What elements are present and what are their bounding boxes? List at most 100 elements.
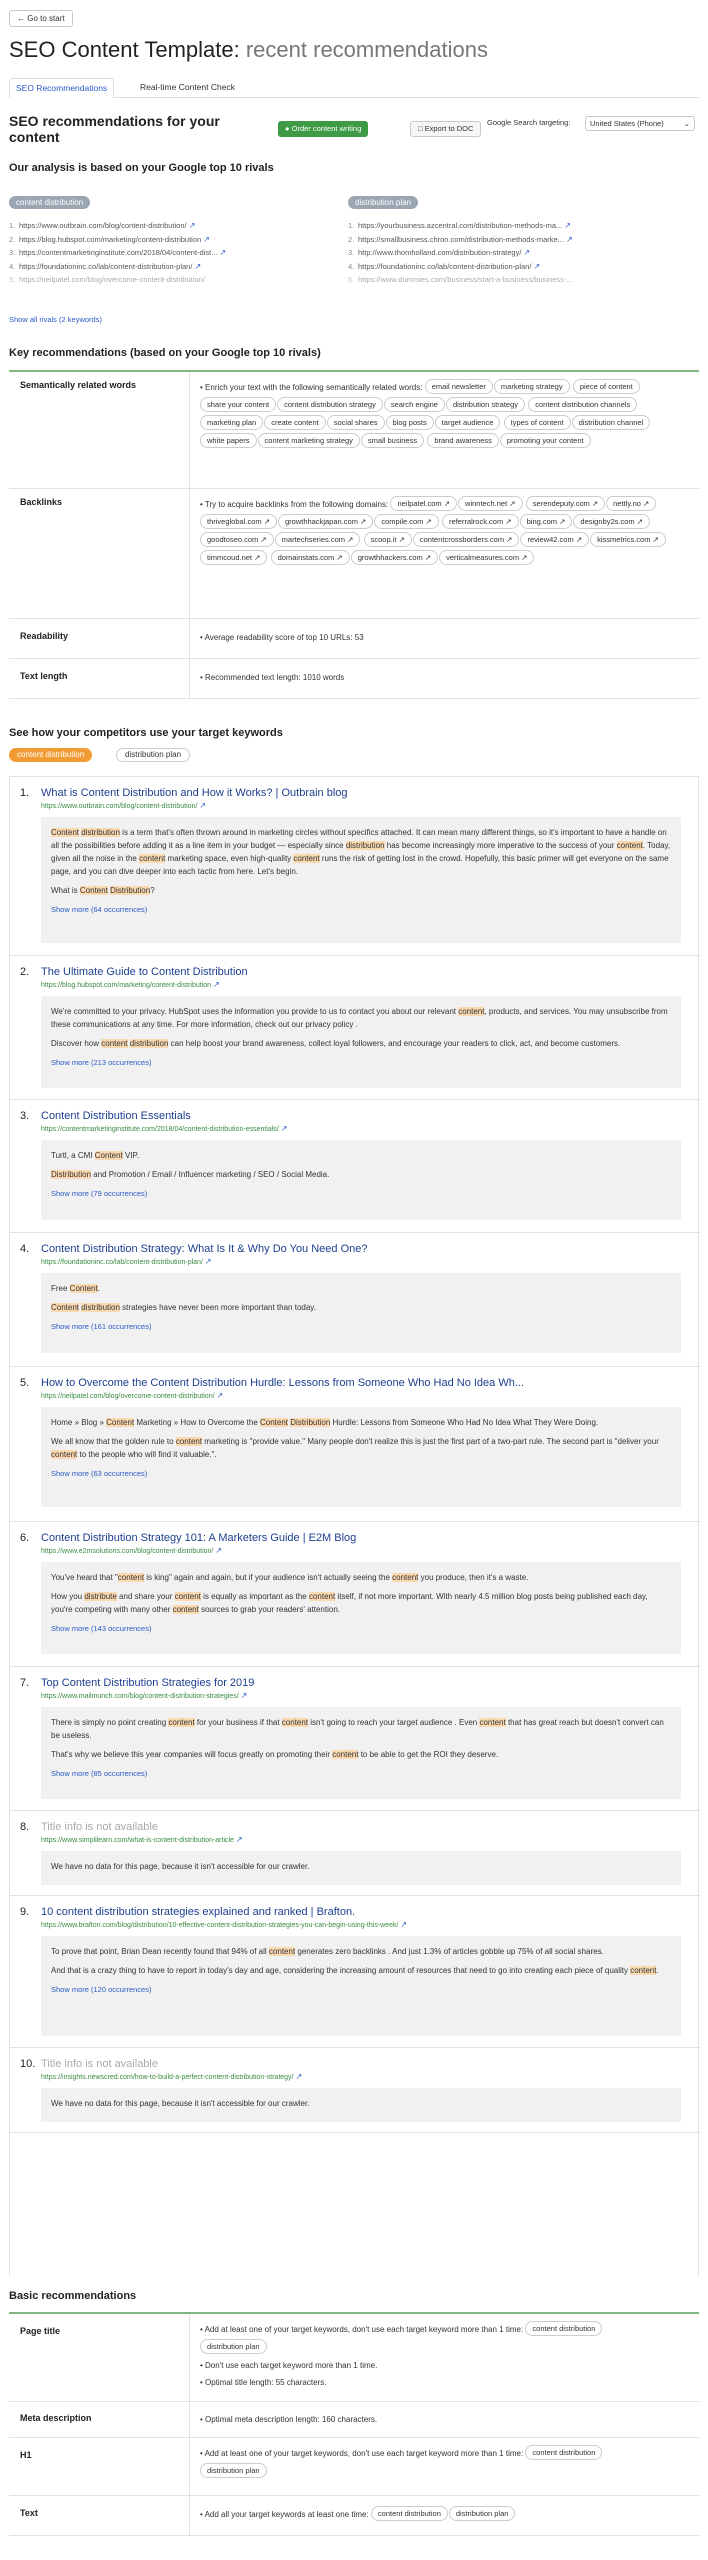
domain-pill[interactable]: review42.com ↗	[520, 532, 590, 548]
show-more-link[interactable]: Show more (64 occurrences)	[51, 903, 671, 916]
domain-pill[interactable]: martechseries.com ↗	[274, 532, 361, 548]
show-more-link[interactable]: Show more (120 occurrences)	[51, 1983, 671, 1996]
rival-item[interactable]: 2. https://blog.hubspot.com/marketing/con…	[9, 233, 239, 247]
external-link-icon: ↗	[199, 801, 207, 810]
competitor-title[interactable]: Top Content Distribution Strategies for …	[41, 1677, 254, 1689]
domain-pill[interactable]: referralrock.com ↗	[442, 514, 519, 530]
semantic-words: • Enrich your text with the following se…	[200, 379, 690, 451]
show-all-rivals-link[interactable]: Show all rivals (2 keywords)	[9, 315, 102, 324]
competitor-title[interactable]: What is Content Distribution and How it …	[41, 787, 348, 799]
keyword-pill-1: content distribution	[9, 196, 91, 209]
recommendations-heading: SEO recommendations for your content	[9, 113, 220, 145]
competitor-url[interactable]: https://neilpatel.com/blog/overcome-cont…	[41, 1391, 223, 1400]
readability-text: • Average readability score of top 10 UR…	[200, 633, 364, 642]
snippet: We have no data for this page, because i…	[41, 1851, 681, 1885]
snippet: Home » Blog » Content Marketing » How to…	[41, 1407, 681, 1507]
domain-pill[interactable]: thriveglobal.com ↗	[200, 514, 277, 530]
competitor-url[interactable]: https://www.outbrain.com/blog/content-di…	[41, 801, 206, 810]
go-to-start-button[interactable]: ← Go to start	[9, 10, 73, 27]
table-row: H1 • Add at least one of your target key…	[9, 2438, 699, 2496]
table-row: Readability • Average readability score …	[9, 619, 699, 659]
external-link-icon: ↗	[533, 261, 541, 271]
competitor-url[interactable]: https://www.e2msolutions.com/blog/conten…	[41, 1546, 222, 1555]
competitor-title[interactable]: How to Overcome the Content Distribution…	[41, 1377, 524, 1389]
competitor-url[interactable]: https://www.mailmunch.com/blog/content-d…	[41, 1691, 247, 1700]
table-row: Page title • Add at least one of your ta…	[9, 2314, 699, 2402]
domain-pill[interactable]: verticalmeasures.com ↗	[439, 550, 535, 566]
domain-pill[interactable]: winntech.net ↗	[458, 496, 523, 511]
competitor-title[interactable]: Content Distribution Essentials	[41, 1110, 191, 1122]
domain-pill[interactable]: neilpatel.com ↗	[390, 496, 458, 511]
competitor-url[interactable]: https://foundationinc.co/lab/content-dis…	[41, 1257, 212, 1266]
targeting-select[interactable]: United States (Phone) ⌄	[585, 116, 695, 131]
domain-pill[interactable]: bing.com ↗	[519, 514, 573, 530]
competitor-url[interactable]: https://www.brafton.com/blog/distributio…	[41, 1920, 407, 1929]
domain-pill[interactable]: contentcrossborders.com ↗	[412, 532, 520, 548]
domain-pill[interactable]: kissmetrics.com ↗	[590, 532, 666, 548]
rival-item[interactable]: 4. https://foundationinc.co/lab/content-d…	[348, 260, 578, 274]
rival-item[interactable]: 1. https://yourbusiness.azcentral.com/dis…	[348, 219, 578, 233]
domain-pill[interactable]: growthhackjapan.com ↗	[277, 514, 374, 530]
domain-pill[interactable]: growthhackers.com ↗	[350, 550, 439, 566]
tab-real-time-check[interactable]: Real-time Content Check	[134, 78, 241, 98]
keyword-tab-distribution-plan[interactable]: distribution plan	[116, 748, 191, 762]
snippet: Content distribution is a term that's of…	[41, 817, 681, 943]
word-pill: email newsletter	[424, 379, 493, 394]
h1-recs: • Add at least one of your target keywor…	[200, 2445, 690, 2481]
word-pill: content marketing strategy	[257, 433, 360, 449]
row-label: Semantically related words	[20, 380, 137, 390]
competitor-title[interactable]: Content Distribution Strategy 101: A Mar…	[41, 1532, 356, 1544]
show-more-link[interactable]: Show more (79 occurrences)	[51, 1187, 671, 1200]
external-link-icon: ↗	[523, 248, 531, 257]
row-label: Readability	[20, 631, 69, 641]
competitor-url[interactable]: https://contentmarketinginstitute.com/20…	[41, 1124, 287, 1133]
word-pill: blog posts	[385, 415, 434, 431]
competitor-url[interactable]: https://insights.newscred.com/how-to-bui…	[41, 2072, 302, 2081]
snippet: We have no data for this page, because i…	[41, 2088, 681, 2122]
chevron-down-icon: ⌄	[683, 119, 690, 128]
rivals-list-1: 1. https://www.outbrain.com/blog/content-…	[9, 219, 239, 287]
rival-item[interactable]: 4. https://foundationinc.co/lab/content-d…	[9, 260, 239, 274]
domain-pill[interactable]: timmcoud.net ↗	[200, 550, 268, 566]
competitor-title[interactable]: Content Distribution Strategy: What Is I…	[41, 1243, 368, 1255]
export-doc-button[interactable]: □ Export to DOC	[410, 121, 482, 137]
competitor-url[interactable]: https://blog.hubspot.com/marketing/conte…	[41, 980, 220, 989]
row-label: Text	[20, 2508, 38, 2518]
domain-pill[interactable]: serendeputy.com ↗	[525, 496, 606, 511]
word-pill: white papers	[200, 433, 257, 449]
domain-pill[interactable]: nettly.no ↗	[606, 496, 657, 511]
tab-seo-recommendations[interactable]: SEO Recommendations	[9, 78, 115, 98]
domain-pill[interactable]: designby2s.com ↗	[573, 514, 650, 530]
rival-item[interactable]: 2. https://smallbusiness.chron.com/distri…	[348, 233, 578, 247]
rival-item[interactable]: 1. https://www.outbrain.com/blog/content-…	[9, 219, 239, 233]
domain-pill[interactable]: scoop.it ↗	[363, 532, 412, 548]
rival-item[interactable]: 3. http://www.thomholland.com/distributio…	[348, 246, 578, 260]
domain-pill[interactable]: domainstats.com ↗	[270, 550, 350, 566]
table-row: Text length • Recommended text length: 1…	[9, 659, 699, 699]
rival-item[interactable]: 5. https://neilpatel.com/blog/overcome-co…	[9, 273, 239, 287]
external-link-icon: ↗	[564, 221, 572, 230]
show-more-link[interactable]: Show more (85 occurrences)	[51, 1767, 671, 1780]
show-more-link[interactable]: Show more (161 occurrences)	[51, 1320, 671, 1333]
competitor-url[interactable]: https://www.simplilearn.com/what-is-cont…	[41, 1835, 243, 1844]
domain-pill[interactable]: compile.com ↗	[374, 514, 439, 530]
order-content-button[interactable]: ● Order content writing	[278, 121, 369, 137]
show-more-link[interactable]: Show more (213 occurrences)	[51, 1056, 671, 1069]
competitor-title[interactable]: The Ultimate Guide to Content Distributi…	[41, 966, 248, 978]
word-pill: promoting your content	[499, 433, 591, 449]
competitor-title[interactable]: 10 content distribution strategies expla…	[41, 1906, 355, 1918]
word-pill: create content	[264, 415, 326, 431]
external-link-icon: ↗	[235, 1835, 243, 1844]
show-more-link[interactable]: Show more (143 occurrences)	[51, 1622, 671, 1635]
external-link-icon: ↗	[566, 234, 573, 244]
external-link-icon: ↗	[204, 1257, 212, 1266]
keyword-tab-content-distribution[interactable]: content distribution	[9, 748, 93, 762]
snippet: There is simply no point creating conten…	[41, 1707, 681, 1799]
show-more-link[interactable]: Show more (63 occurrences)	[51, 1467, 671, 1480]
table-row: Semantically related words • Enrich your…	[9, 372, 699, 489]
snippet: We're committed to your privacy. HubSpot…	[41, 996, 681, 1088]
doc-icon: □	[418, 124, 423, 133]
rival-item[interactable]: 3. https://contentmarketinginstitute.com/…	[9, 246, 239, 260]
domain-pill[interactable]: goodtoseo.com ↗	[200, 532, 274, 548]
rival-item[interactable]: 5. https://www.dummies.com/business/start…	[348, 273, 578, 287]
